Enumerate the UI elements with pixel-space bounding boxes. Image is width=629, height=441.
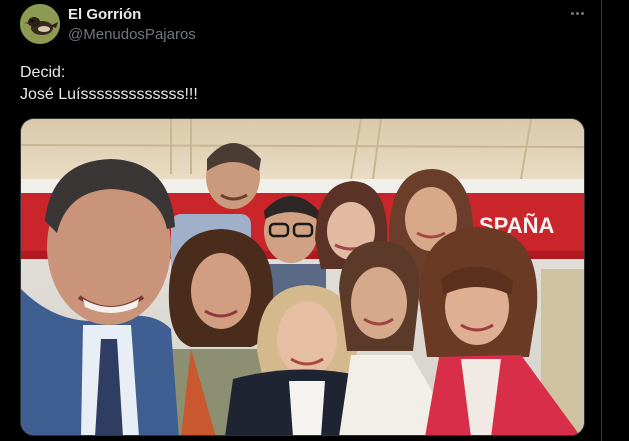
- author-handle[interactable]: @MenudosPajaros: [68, 26, 196, 43]
- tweet-card[interactable]: El Gorrión @MenudosPajaros Decid: José L…: [0, 0, 629, 441]
- more-options-icon[interactable]: [566, 4, 588, 22]
- author-display-name[interactable]: El Gorrión: [68, 6, 141, 23]
- tweet-photo[interactable]: SPAÑA: [20, 118, 585, 436]
- tweet-text: Decid: José Luísssssssssssss!!!: [20, 62, 198, 106]
- tweet-text-line: José Luísssssssssssss!!!: [20, 86, 198, 103]
- sparrow-avatar-icon: [20, 4, 60, 44]
- column-divider: [601, 0, 602, 441]
- tweet-text-line: Decid:: [20, 64, 66, 81]
- group-selfie-photo: SPAÑA: [21, 119, 584, 435]
- author-avatar[interactable]: [20, 4, 60, 44]
